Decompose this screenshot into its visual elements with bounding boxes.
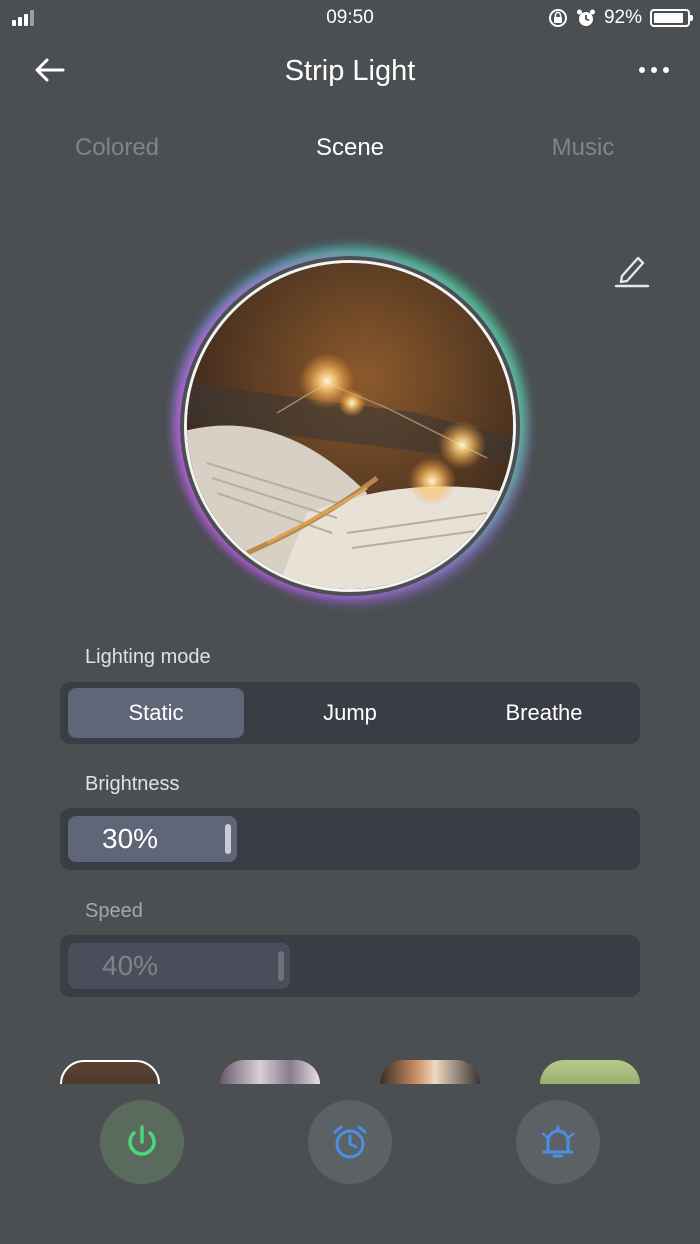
scene-image[interactable]	[184, 260, 516, 592]
alarm-status-icon	[576, 9, 595, 26]
mode-jump-button[interactable]: Jump	[262, 688, 438, 738]
scene-preset-strip	[0, 1060, 700, 1084]
pencil-icon[interactable]	[612, 250, 652, 290]
power-icon	[128, 1125, 156, 1156]
power-button[interactable]	[100, 1100, 184, 1184]
tab-colored[interactable]: Colored	[17, 134, 217, 162]
battery-icon	[650, 9, 693, 27]
scene-preset-thumbnail[interactable]	[540, 1060, 640, 1084]
brightness-value: 30%	[102, 823, 159, 854]
bottom-action-bar	[0, 1084, 700, 1244]
timer-button[interactable]	[308, 1100, 392, 1184]
bell-icon	[541, 1125, 575, 1158]
lighting-mode-selector: Static Jump Breathe	[60, 682, 640, 744]
speed-label: Speed	[85, 900, 143, 922]
scene-preset-thumbnail[interactable]	[380, 1060, 480, 1084]
battery-percent: 92%	[603, 7, 642, 28]
brightness-slider[interactable]: 30%	[60, 808, 640, 870]
alarm-button[interactable]	[516, 1100, 600, 1184]
alarm-clock-icon	[333, 1125, 367, 1159]
scene-preset-thumbnail[interactable]	[220, 1060, 320, 1084]
lighting-mode-label: Lighting mode	[85, 646, 211, 668]
status-bar: 09:50 92%	[0, 0, 700, 36]
mode-static-button[interactable]: Static	[68, 688, 244, 738]
scene-preset-thumbnail[interactable]	[60, 1060, 160, 1084]
rotation-lock-icon	[548, 9, 567, 27]
speed-slider[interactable]: 40%	[60, 935, 640, 997]
tab-music[interactable]: Music	[483, 134, 683, 162]
mode-breathe-button[interactable]: Breathe	[456, 688, 632, 738]
tab-scene[interactable]: Scene	[250, 134, 450, 162]
scene-illustration	[187, 263, 513, 589]
speed-slider-handle[interactable]	[278, 951, 284, 981]
speed-value: 40%	[102, 950, 159, 981]
more-icon[interactable]	[636, 58, 672, 82]
brightness-label: Brightness	[85, 773, 180, 795]
brightness-slider-handle[interactable]	[225, 824, 231, 854]
page-title: Strip Light	[284, 55, 416, 87]
tab-bar: Colored Scene Music	[0, 130, 700, 170]
